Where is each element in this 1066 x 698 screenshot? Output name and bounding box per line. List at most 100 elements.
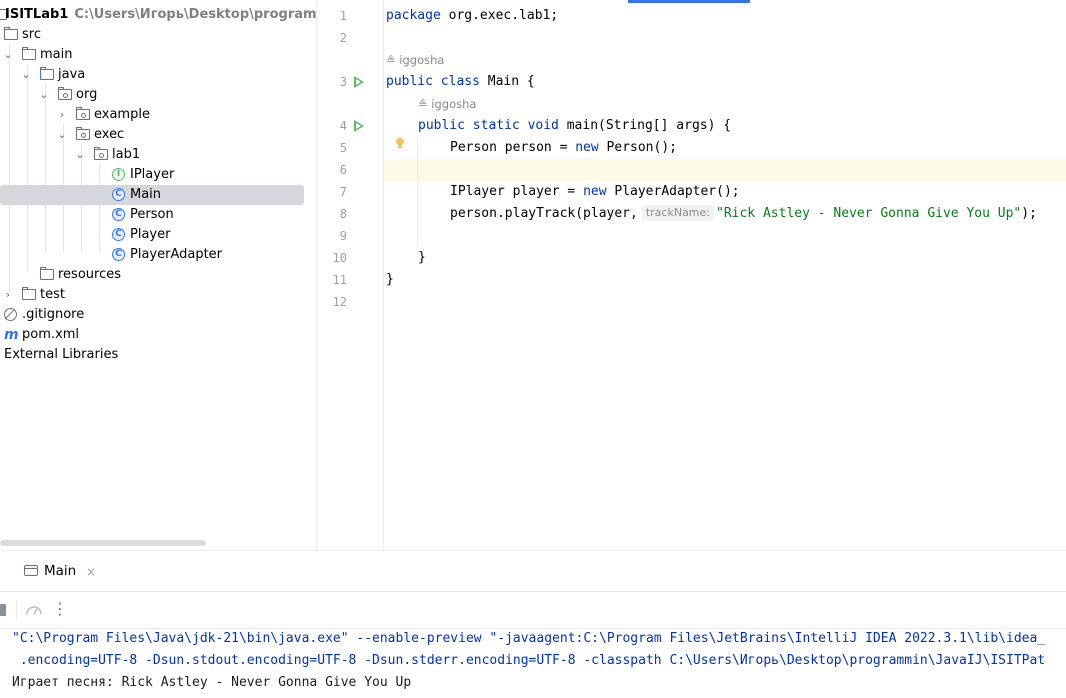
tree-item-label: pom.xml xyxy=(22,327,79,342)
tree-item-exec[interactable]: ⌄ exec xyxy=(0,125,316,145)
code-line-11: } xyxy=(386,272,394,287)
line-number: 8 xyxy=(339,207,347,221)
tree-item-label: org xyxy=(76,87,98,102)
tree-item-label: resources xyxy=(58,267,122,282)
code-line-7: IPlayer player = new PlayerAdapter(); xyxy=(450,184,740,199)
more-options-icon[interactable]: ⋮ xyxy=(52,599,68,619)
project-root-path: C:\Users\Игорь\Desktop\programmin\Jav xyxy=(74,7,317,22)
tree-item-external-libraries[interactable]: External Libraries xyxy=(0,345,316,365)
line-number: 3 xyxy=(339,75,347,89)
line-number: 9 xyxy=(339,229,347,243)
chevron-right-icon[interactable]: › xyxy=(3,285,13,305)
tree-item-label: .gitignore xyxy=(22,307,85,322)
project-root-name: ISITLab1 xyxy=(5,7,69,22)
folder-icon xyxy=(4,27,18,40)
tree-item-label: main xyxy=(40,47,73,62)
tree-item-label: lab1 xyxy=(112,147,141,162)
package-icon xyxy=(76,127,90,140)
author-hint[interactable]: ≗ iggosha xyxy=(386,53,444,67)
run-main-icon[interactable] xyxy=(354,120,364,132)
line-number: 11 xyxy=(332,273,347,287)
tree-item-gitignore[interactable]: .gitignore xyxy=(0,305,316,325)
user-icon: ≗ xyxy=(386,53,396,67)
chevron-down-icon[interactable]: ⌄ xyxy=(75,145,85,165)
tree-item-main-folder[interactable]: ⌄ main xyxy=(0,45,316,65)
console-line: "C:\Program Files\Java\jdk-21\bin\java.e… xyxy=(12,631,1046,646)
tree-item-person[interactable]: C Person xyxy=(0,205,316,225)
class-icon: C xyxy=(112,208,125,221)
folder-icon xyxy=(22,47,36,60)
line-number: 1 xyxy=(339,9,347,23)
tree-item-iplayer[interactable]: I IPlayer xyxy=(0,165,316,185)
code-line-8: person.playTrack(player, trackName: "Rick … xyxy=(450,205,1037,221)
interface-icon: I xyxy=(112,168,125,181)
class-icon: C xyxy=(112,188,125,201)
chevron-right-icon[interactable]: › xyxy=(57,105,67,125)
line-number: 6 xyxy=(339,163,347,177)
horizontal-scrollbar[interactable] xyxy=(0,540,206,546)
tree-item-label: PlayerAdapter xyxy=(130,247,223,262)
code-line-5: Person person = new Person(); xyxy=(450,140,677,155)
tree-item-test[interactable]: › test xyxy=(0,285,316,305)
line-number: 2 xyxy=(339,31,347,45)
line-number: 10 xyxy=(332,251,347,265)
tree-item-playeradapter[interactable]: C PlayerAdapter xyxy=(0,245,316,265)
tree-item-label: Main xyxy=(130,187,162,202)
code-line-3: public class Main { xyxy=(386,74,535,89)
line-number: 5 xyxy=(339,141,347,155)
run-tab-label: Main xyxy=(44,563,77,579)
tree-item-resources[interactable]: resources xyxy=(0,265,316,285)
chevron-down-icon[interactable]: ⌄ xyxy=(57,125,67,145)
tree-item-label: java xyxy=(58,67,86,82)
tree-item-player[interactable]: C Player xyxy=(0,225,316,245)
tree-item-label: example xyxy=(94,107,150,122)
run-config-icon xyxy=(24,565,38,576)
run-tool-window: Main × ⋮ "C:\Program Files\Java\jdk-21\b… xyxy=(0,550,1066,698)
code-editor[interactable]: 1 2 3 4 5 6 7 8 9 10 11 12 package org.e… xyxy=(317,0,1066,550)
code-line-1: package org.exec.lab1; xyxy=(386,8,559,23)
run-tab-main[interactable]: Main xyxy=(14,551,76,591)
tree-item-label: Player xyxy=(130,227,171,242)
tree-item-label: Person xyxy=(130,207,174,222)
current-line-highlight xyxy=(384,159,1066,181)
code-line-4: public static void main(String[] args) { xyxy=(418,118,732,133)
close-icon[interactable]: × xyxy=(86,551,96,593)
active-tab-indicator xyxy=(628,0,750,3)
chevron-down-icon[interactable]: ⌄ xyxy=(21,65,31,85)
tree-item-example[interactable]: › example xyxy=(0,105,316,125)
tree-item-label: test xyxy=(40,287,65,302)
tree-item-label: exec xyxy=(94,127,125,142)
tree-item-label: src xyxy=(22,27,41,42)
author-hint[interactable]: ≗ iggosha xyxy=(418,97,476,111)
user-icon: ≗ xyxy=(418,97,428,111)
maven-icon: m xyxy=(4,327,19,343)
code-line-10: } xyxy=(418,250,426,265)
tree-item-lab1[interactable]: ⌄ lab1 xyxy=(0,145,316,165)
run-toolbar: ⋮ xyxy=(0,591,1066,629)
package-icon xyxy=(94,147,108,160)
stop-icon[interactable] xyxy=(0,604,6,616)
package-icon xyxy=(76,107,90,120)
tree-item-label: IPlayer xyxy=(130,167,175,182)
source-folder-icon xyxy=(40,67,54,80)
ignore-file-icon xyxy=(4,308,17,321)
coverage-icon[interactable] xyxy=(25,602,43,618)
run-class-icon[interactable] xyxy=(354,76,364,88)
tree-item-org[interactable]: ⌄ org xyxy=(0,85,316,105)
console-line: .encoding=UTF-8 -Dsun.stdout.encoding=UT… xyxy=(12,653,1046,668)
line-number: 4 xyxy=(339,119,347,133)
line-number: 7 xyxy=(339,185,347,199)
tree-root-isitlab1[interactable]: ISITLab1 C:\Users\Игорь\Desktop\programmi… xyxy=(0,5,316,25)
toolbar-divider xyxy=(16,600,17,620)
chevron-down-icon[interactable]: ⌄ xyxy=(39,85,49,105)
tree-item-java[interactable]: ⌄ java xyxy=(0,65,316,85)
tree-item-src[interactable]: src xyxy=(0,25,316,45)
tree-item-pom[interactable]: m pom.xml xyxy=(0,325,316,345)
class-icon: C xyxy=(112,228,125,241)
console-line: Играет песня: Rick Astley - Never Gonna … xyxy=(12,675,412,690)
tree-item-main-class[interactable]: C Main xyxy=(0,185,304,205)
chevron-down-icon[interactable]: ⌄ xyxy=(3,45,13,65)
folder-icon xyxy=(22,287,36,300)
class-icon: C xyxy=(112,248,125,261)
resources-folder-icon xyxy=(40,267,54,280)
